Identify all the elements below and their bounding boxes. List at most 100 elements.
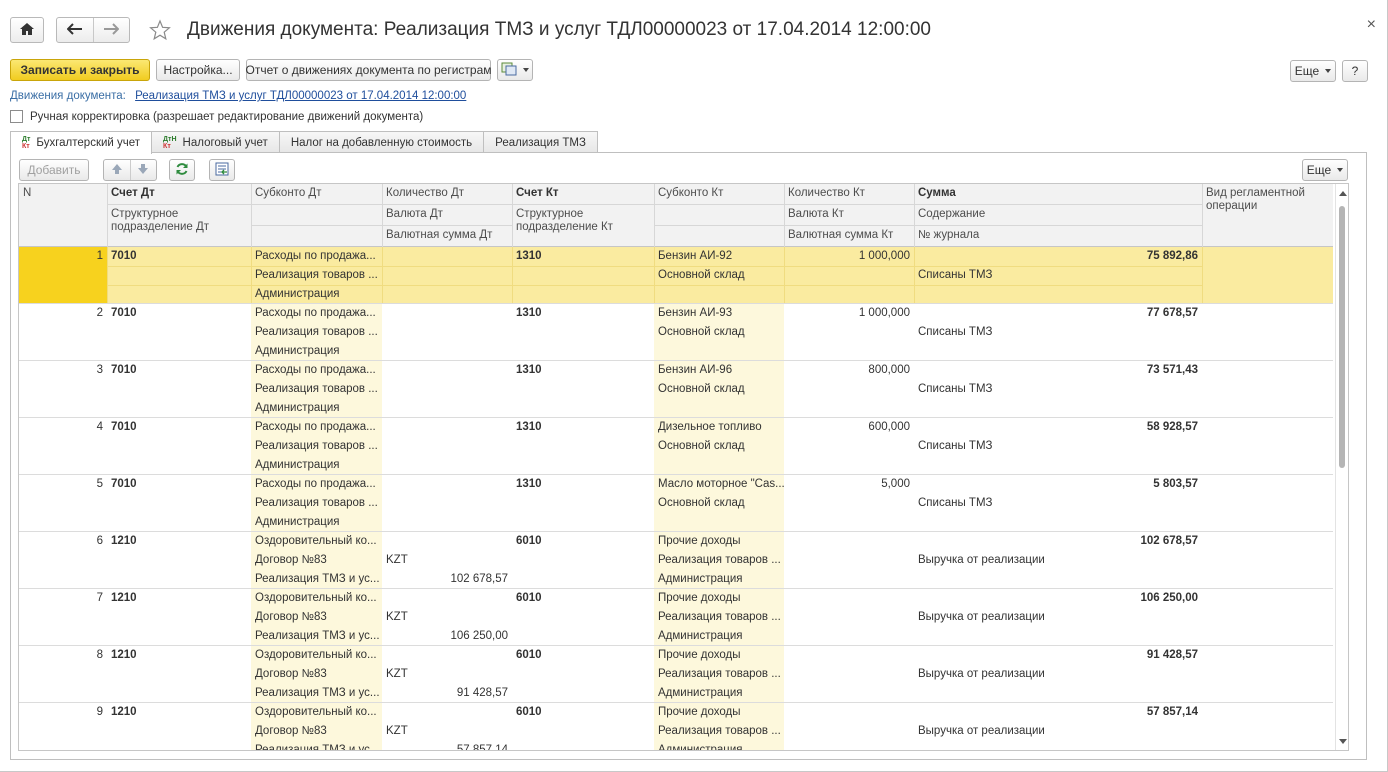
move-down-button[interactable] [131,160,157,180]
header-valsum-kt[interactable]: Валютная сумма Кт [784,226,914,245]
cell-valsum-dt[interactable]: 106 250,00 [382,627,512,646]
tab-tax[interactable]: ДтН Кт Налоговый учет [151,131,280,153]
cell-soderzh[interactable]: Списаны ТМЗ [914,437,1202,456]
cell-kol-kt[interactable] [784,646,914,665]
cell-subkonto-kt-1[interactable]: Прочие доходы [654,532,784,551]
cell-subkonto-dt-2[interactable]: Договор №83 [251,665,382,684]
cell-subkonto-dt-3[interactable]: Администрация [251,342,382,361]
favorite-star-icon[interactable] [147,17,173,43]
scroll-up-icon[interactable] [1339,191,1347,196]
help-button[interactable]: ? [1342,60,1368,82]
cell-kol-kt[interactable]: 800,000 [784,361,914,380]
cell-subkonto-dt-1[interactable]: Расходы по продажа... [251,304,382,323]
header-subkonto-kt[interactable]: Субконто Кт [654,184,784,203]
header-subkonto-dt[interactable]: Субконто Дт [251,184,382,203]
header-vid-operacii[interactable]: Вид регламентной операции [1202,184,1333,224]
cell-subkonto-dt-3[interactable]: Реализация ТМЗ и ус... [251,741,382,750]
cell-soderzh[interactable]: Выручка от реализации [914,722,1202,741]
cell-subkonto-kt-3[interactable] [654,513,784,532]
cell-soderzh[interactable]: Списаны ТМЗ [914,494,1202,513]
cell-subkonto-kt-1[interactable]: Дизельное топливо [654,418,784,437]
cell-row-number[interactable]: 1 [19,247,107,266]
cell-val-dt[interactable]: KZT [382,551,512,570]
vertical-scrollbar[interactable] [1335,184,1348,750]
manual-correction-checkbox[interactable] [10,110,23,123]
cell-subkonto-dt-2[interactable]: Реализация товаров ... [251,437,382,456]
cell-kol-dt[interactable] [382,532,512,551]
cell-kol-kt[interactable] [784,703,914,722]
cell-schet-dt[interactable]: 7010 [107,304,251,323]
header-struct-kt[interactable]: Структурное подразделение Кт [512,205,654,245]
cell-valsum-dt[interactable]: 91 428,57 [382,684,512,703]
cell-subkonto-dt-2[interactable]: Договор №83 [251,722,382,741]
cell-schet-dt[interactable]: 1210 [107,703,251,722]
cell-soderzh[interactable]: Выручка от реализации [914,608,1202,627]
cell-kol-kt[interactable]: 5,000 [784,475,914,494]
cell-subkonto-dt-3[interactable]: Администрация [251,513,382,532]
cell-subkonto-kt-2[interactable]: Реализация товаров ... [654,722,784,741]
table-row[interactable]: 3 7010 Расходы по продажа... Реализация тов… [19,361,1333,418]
cell-schet-dt[interactable]: 1210 [107,532,251,551]
cell-subkonto-kt-2[interactable]: Основной склад [654,494,784,513]
cell-val-dt[interactable]: KZT [382,608,512,627]
cell-subkonto-kt-1[interactable]: Бензин АИ-93 [654,304,784,323]
table-row[interactable]: 4 7010 Расходы по продажа... Реализация тов… [19,418,1333,475]
header-journal[interactable]: № журнала [914,226,1202,245]
cell-soderzh[interactable]: Списаны ТМЗ [914,266,1202,285]
header-summa[interactable]: Сумма [914,184,1202,203]
cell-schet-kt[interactable]: 6010 [512,532,654,551]
cell-valsum-dt[interactable]: 57 857,14 [382,741,512,750]
close-icon[interactable]: × [1367,16,1376,34]
tab-accounting[interactable]: Дт Кт Бухгалтерский учет [10,131,153,154]
cell-subkonto-kt-2[interactable]: Основной склад [654,323,784,342]
cell-subkonto-kt-1[interactable]: Прочие доходы [654,589,784,608]
document-link[interactable]: Реализация ТМЗ и услуг ТДЛ00000023 от 17… [135,90,466,102]
cell-kol-dt[interactable] [382,304,512,323]
cell-subkonto-kt-1[interactable]: Прочие доходы [654,703,784,722]
cell-val-dt[interactable] [382,380,512,399]
cell-subkonto-kt-1[interactable]: Масло моторное "Cas... [654,475,784,494]
cell-schet-kt[interactable]: 1310 [512,304,654,323]
cell-subkonto-kt-3[interactable] [654,285,784,304]
cell-kol-kt[interactable]: 1 000,000 [784,304,914,323]
header-n[interactable]: N [19,184,107,203]
cell-kol-kt[interactable] [784,532,914,551]
cell-schet-dt[interactable]: 1210 [107,589,251,608]
cell-kol-dt[interactable] [382,646,512,665]
cell-subkonto-dt-3[interactable]: Администрация [251,456,382,475]
cell-subkonto-dt-1[interactable]: Оздоровительный ко... [251,589,382,608]
cell-row-number[interactable]: 9 [19,703,107,722]
cell-subkonto-dt-1[interactable]: Расходы по продажа... [251,418,382,437]
cell-schet-kt[interactable]: 6010 [512,646,654,665]
cell-subkonto-kt-1[interactable]: Прочие доходы [654,646,784,665]
cell-subkonto-kt-2[interactable]: Реализация товаров ... [654,608,784,627]
table-row[interactable]: 8 1210 Оздоровительный ко... Договор №83 Реа… [19,646,1333,703]
cell-kol-kt[interactable]: 600,000 [784,418,914,437]
cell-subkonto-dt-2[interactable]: Реализация товаров ... [251,266,382,285]
tab-inventory-sales[interactable]: Реализация ТМЗ [483,131,598,153]
cell-summa[interactable]: 77 678,57 [914,304,1202,323]
cell-valsum-dt[interactable] [382,342,512,361]
cell-subkonto-kt-2[interactable]: Основной склад [654,380,784,399]
cell-kol-dt[interactable] [382,247,512,266]
cell-subkonto-dt-1[interactable]: Расходы по продажа... [251,361,382,380]
cell-schet-kt[interactable]: 1310 [512,361,654,380]
cell-summa[interactable]: 73 571,43 [914,361,1202,380]
cell-summa[interactable]: 57 857,14 [914,703,1202,722]
cell-kol-dt[interactable] [382,418,512,437]
refresh-button[interactable] [169,159,195,181]
cell-subkonto-kt-3[interactable] [654,399,784,418]
cell-subkonto-kt-3[interactable]: Администрация [654,570,784,589]
header-soderzh[interactable]: Содержание [914,205,1202,224]
move-up-button[interactable] [104,160,131,180]
header-val-kt[interactable]: Валюта Кт [784,205,914,224]
cell-val-dt[interactable] [382,323,512,342]
cell-valsum-dt[interactable] [382,456,512,475]
cell-subkonto-kt-3[interactable]: Администрация [654,627,784,646]
export-button[interactable] [209,159,235,181]
cell-val-dt[interactable]: KZT [382,722,512,741]
cell-subkonto-dt-3[interactable]: Администрация [251,399,382,418]
cell-schet-kt[interactable]: 1310 [512,247,654,266]
cell-subkonto-dt-2[interactable]: Реализация товаров ... [251,380,382,399]
cell-subkonto-kt-3[interactable] [654,456,784,475]
